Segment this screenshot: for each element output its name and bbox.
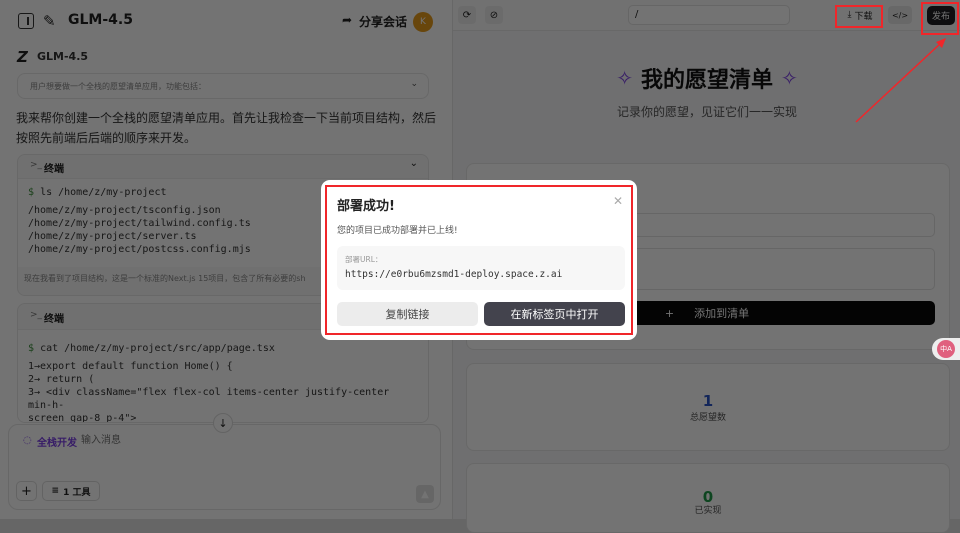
- sparkle-icon: ✧: [616, 66, 633, 90]
- avatar[interactable]: K: [413, 12, 433, 32]
- code-line: 2→ return (: [28, 374, 95, 385]
- deploy-url-box: 部署URL： https://e0rbu6mzsmd1-deploy.space…: [337, 246, 625, 290]
- terminal-icon: >_: [30, 160, 43, 170]
- translate-widget[interactable]: 中A: [932, 338, 960, 360]
- thinking-block[interactable]: 用户想要做一个全栈的愿望清单应用，功能包括： ⌄: [17, 73, 429, 99]
- annotation-box-download: [835, 5, 883, 28]
- message-input[interactable]: [81, 431, 411, 449]
- translate-icon: 中A: [937, 340, 955, 358]
- sidebar-toggle-icon[interactable]: [18, 13, 34, 29]
- chevron-down-icon[interactable]: ⌄: [410, 158, 418, 169]
- terminal-icon: >_: [30, 310, 43, 320]
- fullstack-mode-icon: ◌: [23, 435, 32, 446]
- plus-icon: +: [664, 306, 675, 320]
- refresh-icon[interactable]: ⟳: [458, 6, 476, 24]
- title-text: 我的愿望清单: [640, 68, 773, 93]
- send-button[interactable]: ▲: [416, 485, 434, 503]
- stat-card-total: 1 总愿望数: [466, 363, 950, 451]
- url-label: 部署URL：: [345, 255, 383, 264]
- share-button[interactable]: 分享会话: [359, 13, 407, 30]
- terminal-command: cat /home/z/my-project/src/app/page.tsx: [40, 343, 275, 354]
- header-title: GLM-4.5: [68, 12, 133, 28]
- share-icon[interactable]: ➦: [342, 13, 352, 27]
- code-line: 1→export default function Home() {: [28, 361, 233, 372]
- sparkle-icon: ✧: [781, 66, 798, 90]
- fullstack-mode-tag[interactable]: 全栈开发: [37, 434, 77, 449]
- terminal-title: 终端: [44, 314, 64, 325]
- scroll-down-button[interactable]: ↓: [213, 413, 233, 433]
- terminal-title: 终端: [44, 164, 64, 175]
- stat-value: 0: [702, 488, 714, 506]
- compass-icon[interactable]: ⊘: [485, 6, 503, 24]
- tools-label: 1 工具: [63, 487, 91, 498]
- new-chat-icon[interactable]: ✎: [43, 12, 56, 30]
- add-label: 添加到清单: [694, 307, 750, 320]
- page-subtitle: 记录你的愿望，见证它们一一实现: [616, 105, 797, 119]
- add-button[interactable]: +: [16, 481, 37, 501]
- prompt-symbol: $: [28, 187, 35, 198]
- model-name: GLM-4.5: [37, 50, 89, 63]
- terminal-note: 现在我看到了项目结构，这是一个标准的Next.js 15项目，包含了所有必要的s…: [24, 274, 306, 283]
- list-icon: ≡: [51, 486, 60, 496]
- copy-link-button[interactable]: 复制链接: [337, 302, 478, 326]
- close-icon[interactable]: ✕: [613, 194, 623, 208]
- stat-label: 总愿望数: [689, 413, 726, 423]
- url-bar[interactable]: /: [628, 5, 790, 25]
- stat-label: 已实现: [694, 506, 722, 516]
- assistant-message: 我来帮你创建一个全栈的愿望清单应用。首先让我检查一下当前项目结构，然后按照先前端…: [16, 111, 437, 145]
- deploy-url[interactable]: https://e0rbu6mzsmd1-deploy.space.z.ai: [345, 269, 562, 280]
- terminal-command: ls /home/z/my-project: [40, 187, 167, 198]
- code-line: 3→ <div className="flex flex-col items-c…: [28, 387, 390, 411]
- stat-value: 1: [702, 392, 714, 410]
- page-title: ✧ 我的愿望清单 ✧: [453, 62, 960, 94]
- dialog-message: 您的项目已成功部署并已上线!: [337, 226, 458, 236]
- code-icon[interactable]: </>: [888, 6, 912, 24]
- zhipu-logo-icon: Z: [17, 48, 28, 66]
- dialog-title: 部署成功!: [337, 199, 395, 214]
- tools-button[interactable]: ≡ 1 工具: [42, 481, 100, 501]
- thinking-summary: 用户想要做一个全栈的愿望清单应用，功能包括：: [30, 82, 206, 91]
- deploy-success-dialog: 部署成功! ✕ 您的项目已成功部署并已上线! 部署URL： https://e0…: [321, 180, 637, 340]
- open-new-tab-button[interactable]: 在新标签页中打开: [484, 302, 625, 326]
- annotation-box-publish: [921, 2, 959, 35]
- chevron-down-icon[interactable]: ⌄: [410, 79, 418, 89]
- composer: ◌ 全栈开发 + ≡1 工具 ▲: [8, 424, 441, 510]
- stat-card-done: 0 已实现: [466, 463, 950, 533]
